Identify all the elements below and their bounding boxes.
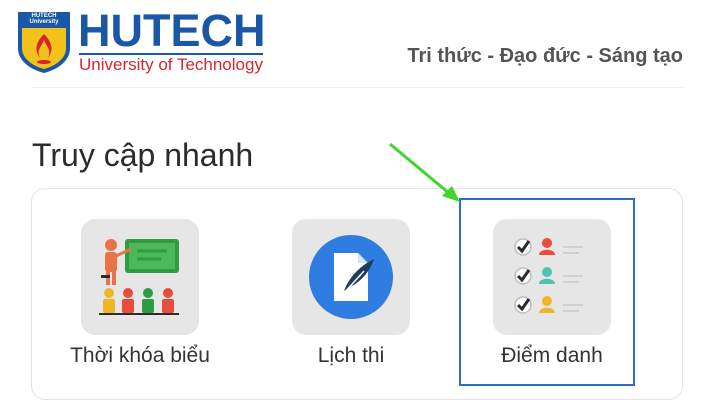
quick-access-title: Truy cập nhanh [32, 137, 254, 173]
slogan: Tri thức - Đạo đức - Sáng tạo [407, 45, 683, 67]
quick-access-exam-schedule[interactable]: Lịch thi [261, 217, 441, 377]
header-divider [32, 87, 684, 88]
hutech-logo[interactable]: HUTECH University [16, 10, 72, 74]
brand-subtitle: University of Technology [79, 55, 263, 74]
timetable-label: Thời khóa biểu [70, 344, 210, 367]
attendance-label: Điểm danh [501, 344, 603, 367]
timetable-teacher-icon [81, 219, 199, 335]
exam-schedule-label: Lịch thi [317, 344, 385, 367]
quick-access-timetable[interactable]: Thời khóa biểu [50, 217, 230, 377]
logo-text: HUTECH University [29, 13, 59, 25]
attendance-checklist-icon [493, 219, 611, 335]
exam-document-quill-icon [292, 219, 410, 335]
header: HUTECH University HUTECH University of T… [0, 0, 713, 88]
quick-access-attendance[interactable]: Điểm danh [462, 217, 642, 377]
brand-name: HUTECH [78, 5, 266, 56]
quick-access-panel: Thời khóa biểu Lịch thi Điểm danh [31, 188, 683, 400]
